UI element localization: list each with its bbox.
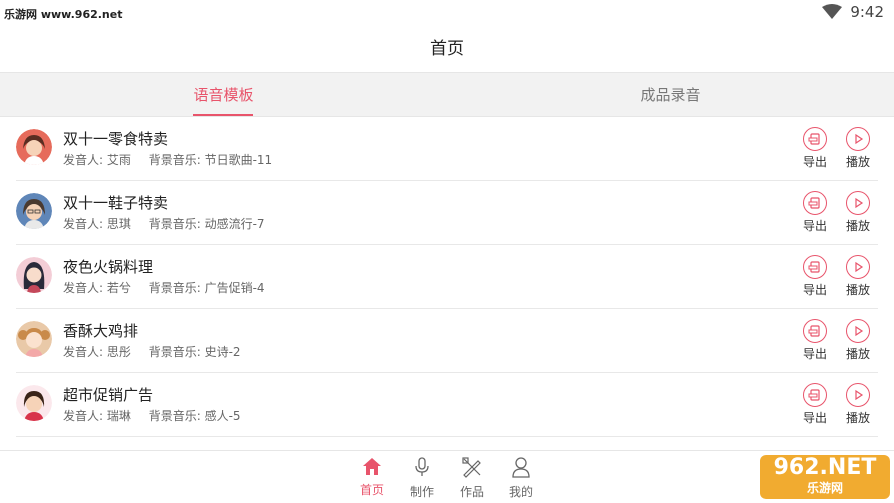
site-watermark: 乐游网 www.962.net	[4, 8, 123, 21]
nav-mine-label: 我的	[508, 485, 533, 499]
export-icon	[808, 389, 820, 401]
export-icon	[808, 197, 820, 209]
clock: 9:42	[850, 3, 884, 21]
speaker-prefix: 发音人:	[63, 153, 104, 167]
list-item[interactable]: 双十一鞋子特卖 发音人: 思琪 背景音乐: 动感流行-7 导出 播放	[16, 181, 878, 245]
template-title: 夜色火锅料理	[63, 258, 154, 276]
status-bar: 乐游网 www.962.net 9:42	[0, 0, 894, 26]
music-name: 节日歌曲-11	[204, 153, 273, 167]
list-item[interactable]: 双十一零食特卖 发音人: 艾雨 背景音乐: 节日歌曲-11 导出 播放	[16, 117, 878, 181]
play-label: 播放	[845, 155, 870, 169]
nav-mine[interactable]: 我的	[499, 456, 543, 500]
music-prefix: 背景音乐:	[148, 409, 201, 423]
play-button[interactable]: 播放	[841, 127, 875, 170]
speaker-name: 思彤	[106, 345, 131, 359]
music-prefix: 背景音乐:	[148, 281, 201, 295]
play-icon	[855, 261, 864, 273]
list-item[interactable]: 香酥大鸡排 发音人: 思彤 背景音乐: 史诗-2 导出 播放	[16, 309, 878, 373]
template-meta: 发音人: 思彤 背景音乐: 史诗-2	[63, 343, 241, 360]
active-tab-indicator	[193, 114, 253, 116]
export-label: 导出	[802, 219, 827, 233]
export-icon	[808, 261, 820, 273]
status-indicators: 9:42	[822, 3, 884, 21]
play-button[interactable]: 播放	[841, 319, 875, 362]
template-title: 超市促销广告	[63, 386, 154, 404]
export-button[interactable]: 导出	[798, 127, 832, 170]
play-icon	[855, 133, 864, 145]
tab-voice-templates[interactable]: 语音模板	[0, 73, 447, 117]
export-label: 导出	[802, 283, 827, 297]
export-label: 导出	[802, 155, 827, 169]
app-header: 首页	[0, 26, 894, 72]
template-meta: 发音人: 思琪 背景音乐: 动感流行-7	[63, 215, 265, 232]
play-icon	[855, 389, 864, 401]
music-name: 史诗-2	[204, 345, 241, 359]
woman-shorthair-avatar-icon	[16, 385, 52, 421]
speaker-name: 思琪	[106, 217, 131, 231]
play-label: 播放	[845, 347, 870, 361]
template-title: 双十一零食特卖	[63, 130, 169, 148]
export-label: 导出	[802, 411, 827, 425]
play-label: 播放	[845, 411, 870, 425]
play-icon	[855, 197, 864, 209]
speaker-name: 若兮	[106, 281, 131, 295]
speaker-prefix: 发音人:	[63, 217, 104, 231]
export-icon	[808, 325, 820, 337]
export-button[interactable]: 导出	[798, 191, 832, 234]
wifi-icon	[822, 4, 843, 19]
play-button[interactable]: 播放	[841, 383, 875, 426]
music-name: 感人-5	[204, 409, 241, 423]
template-title: 双十一鞋子特卖	[63, 194, 169, 212]
woman-glasses-avatar-icon	[16, 193, 52, 229]
export-icon	[808, 133, 820, 145]
music-prefix: 背景音乐:	[148, 217, 201, 231]
play-button[interactable]: 播放	[841, 191, 875, 234]
site-logo-subtext: 乐游网	[806, 481, 843, 495]
home-icon	[363, 458, 381, 475]
music-prefix: 背景音乐:	[148, 345, 201, 359]
music-name: 动感流行-7	[204, 217, 265, 231]
speaker-prefix: 发音人:	[63, 345, 104, 359]
speaker-prefix: 发音人:	[63, 409, 104, 423]
page-title: 首页	[430, 39, 464, 59]
girl-longhair-avatar-icon	[16, 257, 52, 293]
tab-bar: 语音模板 成品录音	[0, 72, 894, 117]
site-logo-text: 962.NET	[773, 455, 877, 480]
play-label: 播放	[845, 283, 870, 297]
site-logo: 962.NET 乐游网	[760, 455, 890, 499]
template-list: 双十一零食特卖 发音人: 艾雨 背景音乐: 节日歌曲-11 导出 播放 双十一鞋…	[0, 117, 894, 450]
tools-icon	[462, 457, 481, 478]
microphone-icon	[415, 457, 429, 476]
user-icon	[512, 457, 530, 478]
template-meta: 发音人: 若兮 背景音乐: 广告促销-4	[63, 279, 265, 296]
music-prefix: 背景音乐:	[148, 153, 201, 167]
nav-make-label: 制作	[409, 485, 434, 499]
nav-home-label: 首页	[359, 483, 384, 497]
template-meta: 发音人: 瑞琳 背景音乐: 感人-5	[63, 407, 241, 424]
export-button[interactable]: 导出	[798, 319, 832, 362]
template-meta: 发音人: 艾雨 背景音乐: 节日歌曲-11	[63, 151, 272, 168]
nav-make[interactable]: 制作	[400, 456, 444, 500]
woman-avatar-icon	[16, 129, 52, 165]
export-button[interactable]: 导出	[798, 383, 832, 426]
list-item[interactable]: 夜色火锅料理 发音人: 若兮 背景音乐: 广告促销-4 导出 播放	[16, 245, 878, 309]
nav-home[interactable]: 首页	[350, 456, 394, 498]
girl-pigtails-avatar-icon	[16, 321, 52, 357]
play-icon	[855, 325, 864, 337]
music-name: 广告促销-4	[204, 281, 265, 295]
nav-works[interactable]: 作品	[450, 456, 494, 500]
list-item[interactable]: 超市促销广告 发音人: 瑞琳 背景音乐: 感人-5 导出 播放	[16, 373, 878, 437]
play-label: 播放	[845, 219, 870, 233]
speaker-prefix: 发音人:	[63, 281, 104, 295]
speaker-name: 艾雨	[106, 153, 131, 167]
export-label: 导出	[802, 347, 827, 361]
play-button[interactable]: 播放	[841, 255, 875, 298]
tab-finished-recordings[interactable]: 成品录音	[447, 73, 894, 117]
speaker-name: 瑞琳	[106, 409, 131, 423]
nav-works-label: 作品	[459, 485, 484, 499]
export-button[interactable]: 导出	[798, 255, 832, 298]
template-title: 香酥大鸡排	[63, 322, 139, 340]
